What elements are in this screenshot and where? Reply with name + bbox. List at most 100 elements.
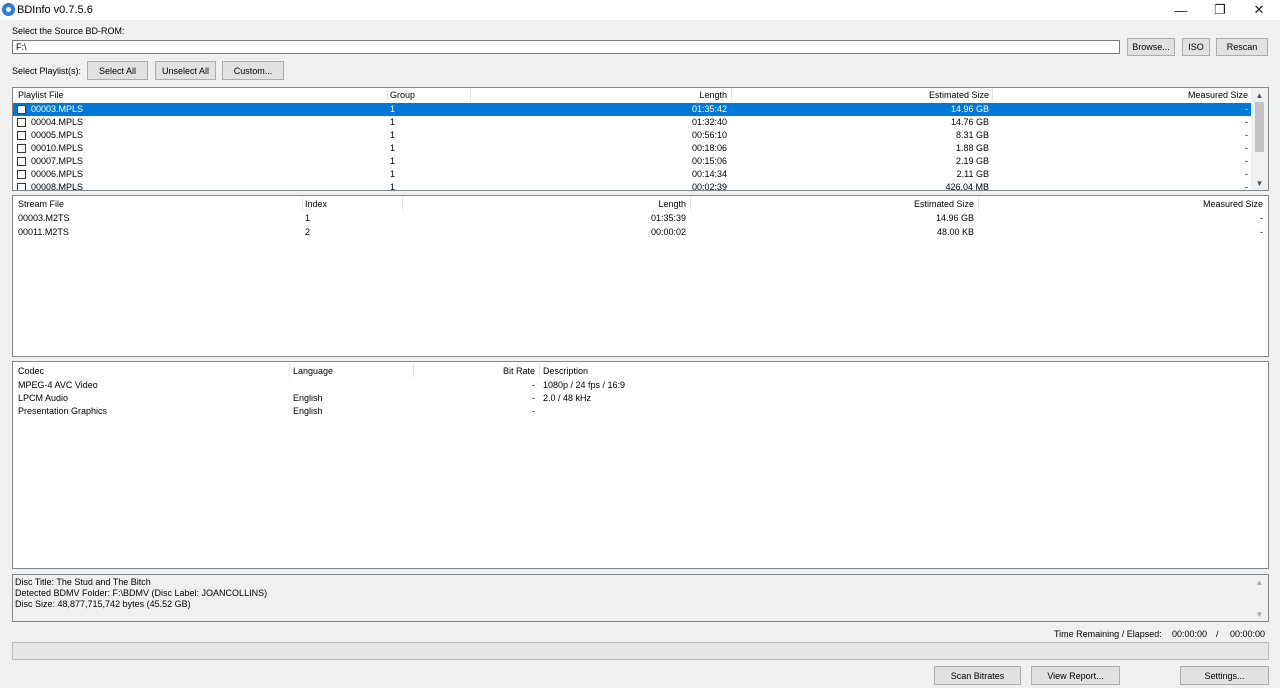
codec-table-header: Codec Language Bit Rate Description — [13, 364, 1268, 378]
playlist-file: 00006.MPLS — [31, 169, 84, 179]
col-playlist-file[interactable]: Playlist File — [14, 88, 386, 102]
col-group[interactable]: Group — [386, 88, 469, 102]
codec-description: 2.0 / 48 kHz — [543, 393, 592, 403]
playlist-group: 1 — [390, 104, 396, 114]
browse-button[interactable]: Browse... — [1127, 38, 1175, 56]
col-stream-est-size[interactable]: Estimated Size — [690, 197, 978, 211]
stream-row[interactable]: 00003.M2TS 1 01:35:39 14.96 GB - — [13, 212, 1268, 225]
playlist-length: 00:56:10 — [691, 130, 727, 140]
rescan-button[interactable]: Rescan — [1216, 38, 1268, 56]
view-report-button[interactable]: View Report... — [1031, 666, 1120, 685]
col-description[interactable]: Description — [539, 364, 1239, 378]
col-stream-meas-size[interactable]: Measured Size — [978, 197, 1267, 211]
playlist-checkbox[interactable] — [17, 170, 26, 179]
playlist-group: 1 — [390, 182, 396, 191]
playlist-length: 00:15:06 — [691, 156, 727, 166]
disc-info-box[interactable]: Disc Title: The Stud and The Bitch Detec… — [12, 574, 1269, 622]
codec-row[interactable]: LPCM Audio English - 2.0 / 48 kHz — [13, 392, 1268, 405]
col-index[interactable]: Index — [301, 197, 401, 211]
iso-button[interactable]: ISO — [1182, 38, 1210, 56]
scroll-thumb[interactable] — [1255, 102, 1264, 152]
custom-button[interactable]: Custom... — [222, 61, 284, 80]
playlist-checkbox[interactable] — [17, 157, 26, 166]
col-stream-file[interactable]: Stream File — [14, 197, 301, 211]
stream-file: 00003.M2TS — [18, 213, 70, 223]
col-language[interactable]: Language — [289, 364, 413, 378]
codec-row[interactable]: Presentation Graphics English - — [13, 405, 1268, 418]
title-bar: BDInfo v0.7.5.6 — ❐ ✕ — [0, 0, 1280, 20]
scroll-down-icon[interactable]: ▼ — [1251, 176, 1268, 190]
playlist-group: 1 — [390, 156, 396, 166]
minimize-button[interactable]: — — [1162, 0, 1200, 20]
unselect-all-button[interactable]: Unselect All — [155, 61, 216, 80]
time-remaining-label: Time Remaining / Elapsed: — [1054, 629, 1162, 639]
playlist-est-size: 1.88 GB — [955, 143, 989, 153]
playlist-file: 00010.MPLS — [31, 143, 84, 153]
col-measured-size[interactable]: Measured Size — [992, 88, 1252, 102]
source-path-input[interactable]: F:\ — [12, 40, 1120, 54]
playlist-row[interactable]: 00006.MPLS 1 00:14:34 2.11 GB - — [13, 168, 1251, 181]
stream-est-size: 48.00 KB — [936, 227, 974, 237]
stream-meas-size: - — [1260, 227, 1263, 237]
playlist-meas-size: - — [1245, 130, 1248, 140]
playlist-checkbox[interactable] — [17, 144, 26, 153]
playlist-row[interactable]: 00004.MPLS 1 01:32:40 14.76 GB - — [13, 116, 1251, 129]
playlist-meas-size: - — [1245, 117, 1248, 127]
codec-description — [539, 405, 1239, 418]
scroll-down-icon[interactable]: ▼ — [1251, 607, 1268, 621]
scroll-up-icon[interactable]: ▲ — [1251, 575, 1268, 589]
playlist-est-size: 426.04 MB — [945, 182, 989, 191]
maximize-button[interactable]: ❐ — [1201, 0, 1239, 20]
playlist-file: 00004.MPLS — [31, 117, 84, 127]
col-estimated-size[interactable]: Estimated Size — [731, 88, 993, 102]
playlist-row[interactable]: 00007.MPLS 1 00:15:06 2.19 GB - — [13, 155, 1251, 168]
time-elapsed-value: 00:00:00 — [1230, 629, 1266, 639]
close-button[interactable]: ✕ — [1240, 0, 1278, 20]
codec-name: LPCM Audio — [18, 393, 69, 403]
stream-table-header: Stream File Index Length Estimated Size … — [13, 197, 1268, 211]
playlist-row[interactable]: 00005.MPLS 1 00:56:10 8.31 GB - — [13, 129, 1251, 142]
col-codec[interactable]: Codec — [14, 364, 288, 378]
col-length[interactable]: Length — [470, 88, 731, 102]
playlist-checkbox[interactable] — [17, 131, 26, 140]
playlist-checkbox[interactable] — [17, 105, 26, 114]
playlist-meas-size: - — [1245, 104, 1248, 114]
codec-name: MPEG-4 AVC Video — [18, 380, 98, 390]
select-playlists-label: Select Playlist(s): — [12, 66, 82, 76]
select-all-button[interactable]: Select All — [87, 61, 148, 80]
codec-description: 1080p / 24 fps / 16:9 — [543, 380, 626, 390]
scan-bitrates-button[interactable]: Scan Bitrates — [934, 666, 1021, 685]
stream-table[interactable]: Stream File Index Length Estimated Size … — [12, 195, 1269, 357]
playlist-length: 00:18:06 — [691, 143, 727, 153]
stream-file: 00011.M2TS — [18, 227, 69, 237]
settings-button[interactable]: Settings... — [1180, 666, 1269, 685]
window-title: BDInfo v0.7.5.6 — [17, 4, 93, 16]
disc-bdmv-folder: Detected BDMV Folder: F:\BDMV (Disc Labe… — [15, 588, 268, 598]
codec-table[interactable]: Codec Language Bit Rate Description MPEG… — [12, 361, 1269, 569]
playlist-checkbox[interactable] — [17, 183, 26, 190]
codec-bit-rate: - — [532, 406, 535, 416]
playlist-est-size: 14.96 GB — [950, 104, 989, 114]
playlist-checkbox[interactable] — [17, 118, 26, 127]
playlist-table[interactable]: Playlist File Group Length Estimated Siz… — [12, 87, 1269, 191]
playlist-length: 01:32:40 — [691, 117, 727, 127]
playlist-file: 00003.MPLS — [31, 104, 84, 114]
codec-name: Presentation Graphics — [18, 406, 108, 416]
playlist-scrollbar[interactable]: ▲ ▼ — [1251, 88, 1268, 190]
playlist-group: 1 — [390, 143, 396, 153]
codec-row[interactable]: MPEG-4 AVC Video - 1080p / 24 fps / 16:9 — [13, 379, 1268, 392]
col-stream-length[interactable]: Length — [402, 197, 690, 211]
codec-language: English — [293, 406, 323, 416]
col-bit-rate[interactable]: Bit Rate — [413, 364, 539, 378]
info-scrollbar[interactable]: ▲ ▼ — [1251, 575, 1268, 621]
scroll-up-icon[interactable]: ▲ — [1251, 88, 1268, 102]
disc-size: Disc Size: 48,877,715,742 bytes (45.52 G… — [15, 599, 191, 609]
source-label: Select the Source BD-ROM: — [12, 26, 125, 36]
playlist-est-size: 2.11 GB — [956, 169, 989, 179]
playlist-row[interactable]: 00003.MPLS 1 01:35:42 14.96 GB - — [13, 103, 1251, 116]
playlist-row[interactable]: 00010.MPLS 1 00:18:06 1.88 GB - — [13, 142, 1251, 155]
playlist-row[interactable]: 00008.MPLS 1 00:02:39 426.04 MB - — [13, 181, 1251, 191]
stream-row[interactable]: 00011.M2TS 2 00:00:02 48.00 KB - — [13, 226, 1268, 239]
stream-est-size: 14.96 GB — [935, 213, 974, 223]
codec-language — [289, 379, 413, 392]
